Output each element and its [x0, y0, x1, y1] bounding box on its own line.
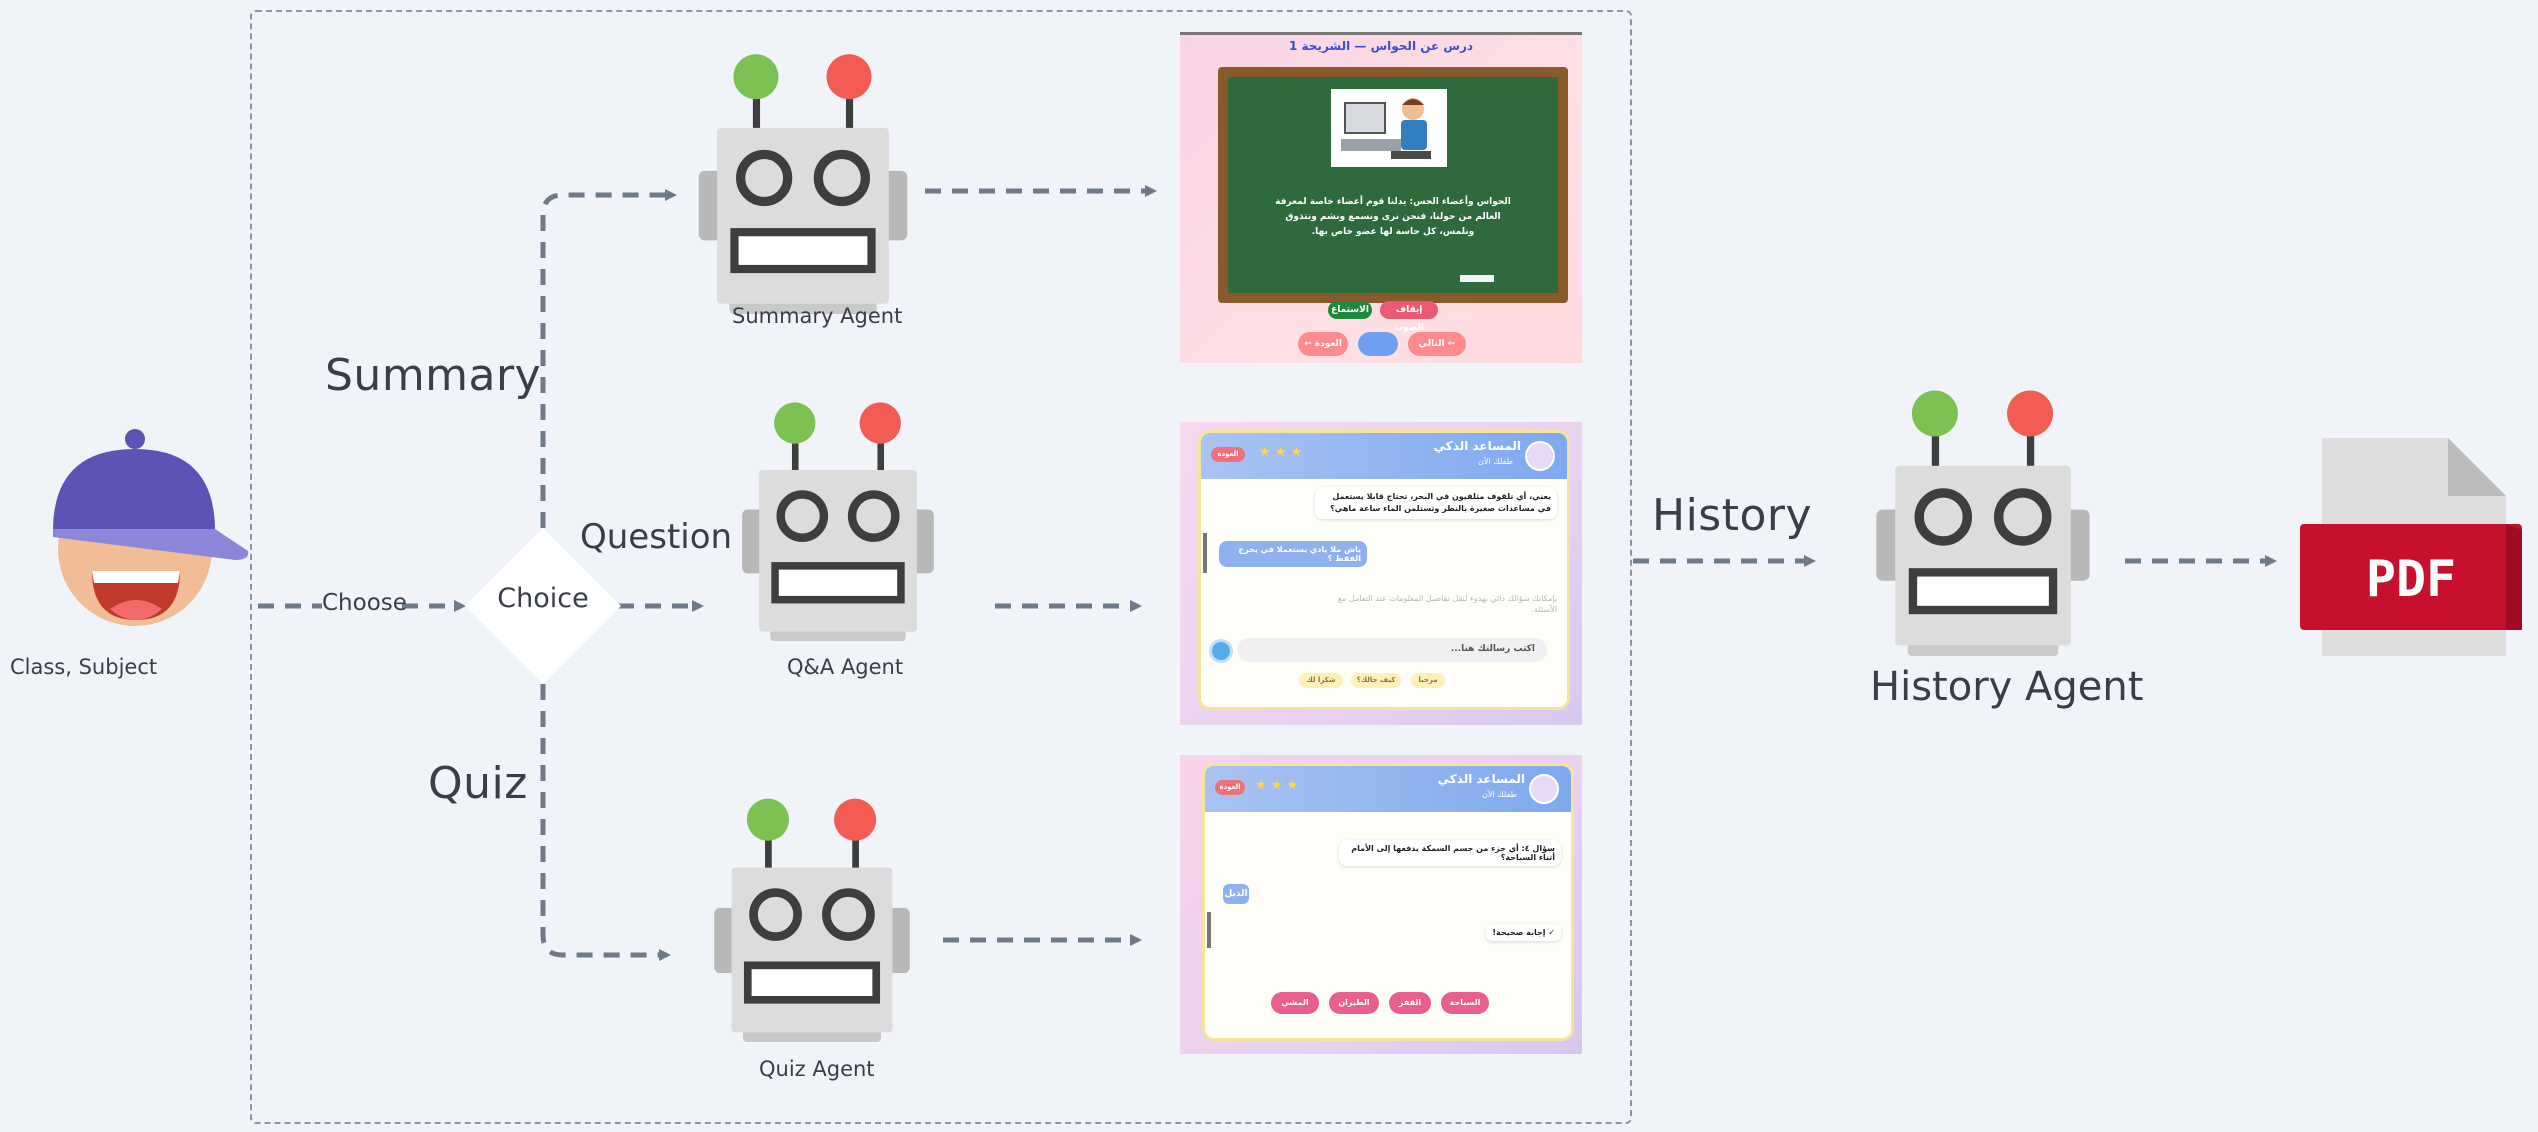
quiz-question: سؤال ٤: أي جزء من جسم السمكة يدفعها إلى … [1339, 840, 1561, 866]
board-text: الحواس وأعضاء الحس: يدلنا قوم أعضاء خاصة… [1275, 197, 1511, 237]
chalkboard: الحواس وأعضاء الحس: يدلنا قوم أعضاء خاصة… [1218, 67, 1568, 303]
chip-1[interactable]: مرحبا [1411, 673, 1445, 688]
chip-3[interactable]: شكرا لك [1299, 673, 1343, 688]
assistant-subtitle: طفلك الآن [1481, 790, 1517, 799]
answer-feedback: ✓ إجابة صحيحة! [1486, 924, 1561, 941]
rating-stars: ★ ★ ★ [1255, 778, 1299, 793]
quiz-screen: المساعد الذكي طفلك الآن ★ ★ ★ العودة سؤا… [1180, 755, 1582, 1054]
rating-stars: ★ ★ ★ [1259, 445, 1303, 460]
pdf-file-icon [2300, 438, 2522, 656]
pdf-label: PDF [2365, 550, 2457, 608]
assistant-avatar-icon [1529, 774, 1559, 804]
user-answer: الذيل [1223, 884, 1249, 904]
stop-audio-button[interactable]: إيقاف الصوت [1380, 301, 1438, 333]
next-button[interactable]: التالي ← [1408, 332, 1466, 356]
message-input-placeholder: اكتب رسالتك هنا... [1450, 644, 1535, 654]
boy-computer-illustration [1331, 89, 1447, 167]
choice-label: Choice [497, 583, 589, 614]
arrow-choice-to-quiz [540, 684, 671, 961]
choose-label: Choose [322, 590, 407, 616]
assistant-title: المساعد الذكي [1437, 772, 1525, 786]
qa-back-button[interactable]: العودة [1211, 447, 1245, 462]
slide-title: درس عن الحواس — الشريحة 1 [1288, 39, 1474, 53]
summary-agent-label: Summary Agent [732, 304, 903, 328]
quiz-back-button[interactable]: العودة [1215, 780, 1245, 795]
qa-screen: المساعد الذكي طفلك الآن ★ ★ ★ العودة يعن… [1180, 422, 1582, 725]
chip-2[interactable]: كيف حالك؟ [1351, 673, 1401, 688]
history-agent-label: History Agent [1870, 664, 2144, 710]
qa-agent-label: Q&A Agent [787, 655, 904, 679]
qa-agent-robot-icon [723, 393, 953, 641]
option-3[interactable]: الطيران [1329, 992, 1379, 1014]
chat-scrollbar[interactable] [1203, 533, 1207, 573]
qa-chat-window: المساعد الذكي طفلك الآن ★ ★ ★ العودة يعن… [1198, 430, 1570, 710]
back-button[interactable]: ← العودة [1298, 332, 1348, 356]
send-button-icon[interactable] [1209, 639, 1233, 663]
summary-branch-label: Summary [325, 350, 542, 401]
bot-message: يعني، أي تلقوف مثلفيون في البحر، تحتاج ق… [1315, 487, 1557, 519]
history-branch-label: History [1652, 490, 1813, 541]
quiz-agent-robot-icon [701, 789, 923, 1042]
option-2[interactable]: القفز [1389, 992, 1431, 1014]
assistant-avatar-icon [1525, 441, 1555, 471]
student-label: Class, Subject [10, 655, 158, 679]
summary-screen: درس عن الحواس — الشريحة 1 الحواس وأعضاء … [1180, 32, 1582, 363]
user-message: ياش ملا يادي يستعملا في يخرج الفقط ؟ [1219, 541, 1367, 567]
question-branch-label: Question [580, 517, 733, 557]
option-1[interactable]: السباحة [1441, 992, 1489, 1014]
arrow-choice-to-summary [540, 189, 677, 528]
option-4[interactable]: المشي [1271, 992, 1319, 1014]
assistant-subtitle: طفلك الآن [1477, 457, 1513, 466]
student-avatar [53, 429, 249, 626]
quiz-chat-window: المساعد الذكي طفلك الآن ★ ★ ★ العودة سؤا… [1202, 763, 1574, 1041]
listen-button[interactable]: الاستماع [1328, 301, 1372, 319]
quiz-agent-label: Quiz Agent [759, 1057, 875, 1081]
history-agent-robot-icon [1852, 380, 2114, 656]
summary-agent-robot-icon [693, 44, 913, 314]
message-input[interactable]: اكتب رسالتك هنا... [1237, 638, 1547, 662]
faded-message: بإمكانك سؤالك دائي بهدوء لنقل تفاصيل الم… [1337, 594, 1557, 614]
page-indicator-button[interactable] [1358, 332, 1398, 356]
chat-scrollbar[interactable] [1207, 912, 1211, 948]
assistant-title: المساعد الذكي [1433, 439, 1521, 453]
quiz-chat-header: المساعد الذكي طفلك الآن ★ ★ ★ العودة [1205, 766, 1571, 812]
chalk-eraser [1460, 275, 1494, 282]
qa-chat-header: المساعد الذكي طفلك الآن ★ ★ ★ العودة [1201, 433, 1567, 479]
quiz-branch-label: Quiz [428, 758, 528, 809]
